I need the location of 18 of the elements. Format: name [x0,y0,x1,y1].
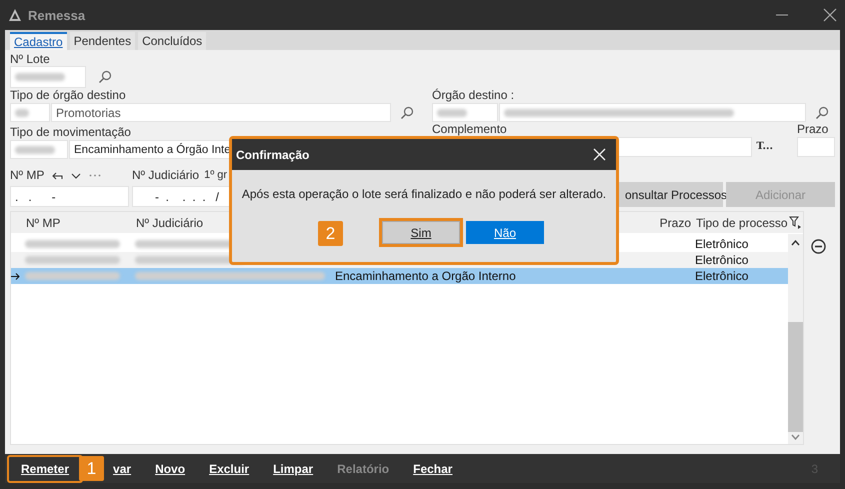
table-cell-text: Encaminhamento a Orgão Interno [335,269,517,283]
table-cell-text: Eletrônico [695,253,750,267]
step-badge: 1 [79,456,104,481]
field-label: Complemento [432,123,508,136]
field-label: Órgão destino : [432,89,516,102]
field-label: Tipo de movimentação [10,126,132,139]
step-badge: 2 [318,221,343,246]
dialog-title: Confirmação [236,148,310,162]
field-label: Prazo [797,123,830,136]
field-label: Tipo de órgão destino [10,89,127,102]
field-label: 1º gr [204,169,228,182]
table-cell-text: Eletrônico [695,269,750,283]
field-label: Nº MP [10,169,44,182]
field-label: Nº Judiciário [132,169,200,182]
truncated-label: T... [756,140,773,153]
table-cell-text: Eletrônico [695,237,750,251]
field-label: Nº Lote [10,53,51,66]
window-title: Remessa [28,8,86,22]
